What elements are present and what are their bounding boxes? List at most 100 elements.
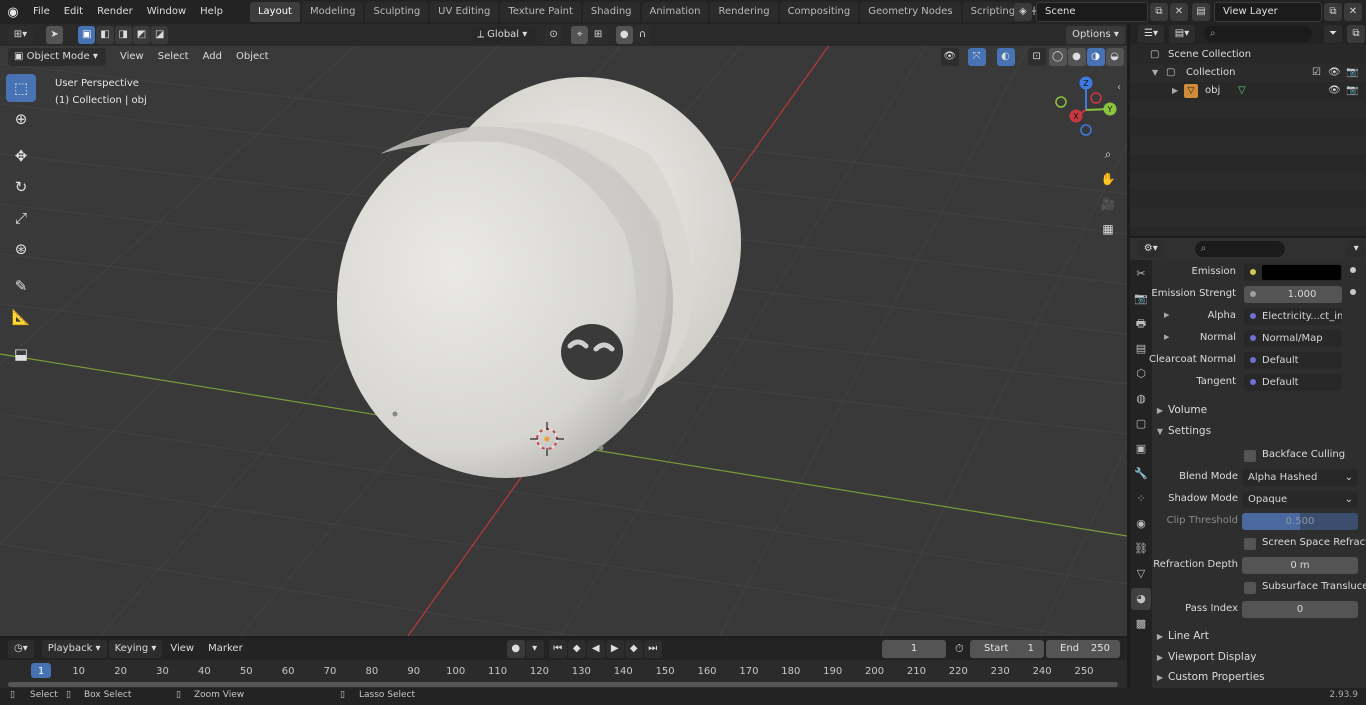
- outliner-search-input[interactable]: ⌕: [1204, 26, 1312, 42]
- world-tab-icon[interactable]: ◍: [1131, 388, 1151, 410]
- backface-culling-row[interactable]: Backface Culling: [1152, 446, 1366, 466]
- new-view-layer-icon[interactable]: ⧉: [1324, 3, 1342, 21]
- solid-shading-icon[interactable]: ●: [1067, 48, 1086, 66]
- blend-mode-dropdown[interactable]: Alpha Hashed ⌄: [1242, 469, 1358, 486]
- viewport-menu-select[interactable]: Select: [152, 48, 195, 66]
- keying-menu[interactable]: Keying ▾: [108, 640, 163, 658]
- object-expand-icon[interactable]: ▶: [1172, 82, 1178, 100]
- select-box-tool-icon[interactable]: ⬚: [6, 74, 36, 102]
- select-subtract-icon[interactable]: ◨: [114, 26, 132, 44]
- record-button-icon[interactable]: ●: [506, 640, 525, 658]
- material-input-field[interactable]: Default: [1244, 374, 1342, 391]
- tab-sculpting[interactable]: Sculpting: [365, 2, 429, 22]
- editor-type-icon[interactable]: ⊞▾: [8, 26, 33, 44]
- outliner-scene-collection[interactable]: ▢ Scene Collection: [1130, 46, 1366, 64]
- tab-texture-paint[interactable]: Texture Paint: [500, 2, 581, 22]
- material-input-field[interactable]: Default: [1244, 352, 1342, 369]
- outliner-collection[interactable]: ▼ ▢ Collection ☑ 👁 📷: [1130, 64, 1366, 82]
- material-input-field[interactable]: 1.000: [1244, 286, 1342, 303]
- navigation-gizmo[interactable]: Z Y X: [1050, 74, 1124, 144]
- timeline-marker-menu[interactable]: Marker: [202, 640, 249, 658]
- playback-menu[interactable]: Playback ▾: [41, 640, 107, 658]
- properties-search-input[interactable]: ⌕: [1194, 241, 1286, 257]
- xray-toggle-icon[interactable]: ⊡: [1027, 48, 1046, 66]
- play-icon[interactable]: ▶: [605, 640, 624, 658]
- material-input-field[interactable]: Normal/Map: [1244, 330, 1342, 347]
- falloff-icon[interactable]: ∩: [633, 26, 652, 44]
- custom-properties-panel-header[interactable]: ▶ Custom Properties: [1152, 667, 1366, 687]
- keyframe-dot-icon[interactable]: [1350, 267, 1356, 273]
- current-frame-field[interactable]: 1: [882, 640, 946, 658]
- gizmo-toggle-icon[interactable]: ⤧: [967, 48, 986, 66]
- viewport-menu-object[interactable]: Object: [230, 48, 275, 66]
- shadow-mode-dropdown[interactable]: Opaque ⌄: [1242, 491, 1358, 508]
- select-intersect-icon[interactable]: ◪: [151, 26, 169, 44]
- camera-view-icon[interactable]: 🎥: [1096, 192, 1120, 216]
- emission-color-swatch[interactable]: [1262, 265, 1341, 280]
- scene-name-field[interactable]: Scene: [1036, 2, 1148, 22]
- rotate-tool-icon[interactable]: ↻: [6, 173, 36, 201]
- jump-keyframe-forward-icon[interactable]: ◆: [624, 640, 643, 658]
- auto-keying-dropdown-icon[interactable]: ▾: [525, 640, 544, 658]
- collection-render-icon[interactable]: 📷: [1346, 64, 1358, 82]
- jump-start-icon[interactable]: ⏮: [548, 640, 567, 658]
- menu-help[interactable]: Help: [193, 0, 230, 24]
- properties-options-icon[interactable]: ▾: [1347, 240, 1365, 258]
- collection-expand-icon[interactable]: ▼: [1152, 64, 1158, 82]
- menu-render[interactable]: Render: [90, 0, 140, 24]
- 3d-viewport[interactable]: ⊞▾ ➤ ▣ ◧ ◨ ◩ ◪ ⟂ Global ▾ ⊙ ⌖ ⊞ ● ∩ Opti…: [0, 24, 1127, 636]
- transform-tool-icon[interactable]: ⊛: [6, 235, 36, 263]
- snap-toggle-icon[interactable]: ⌖: [571, 26, 589, 44]
- timeline-scrollbar[interactable]: [8, 682, 1118, 687]
- input-expand-icon[interactable]: ▶: [1164, 333, 1169, 341]
- subsurface-translucency-row[interactable]: Subsurface Translucency: [1152, 578, 1366, 598]
- ortho-grid-icon[interactable]: ▦: [1096, 217, 1120, 241]
- wireframe-shading-icon[interactable]: ◯: [1048, 48, 1067, 66]
- viewport-menu-add[interactable]: Add: [197, 48, 228, 66]
- zoom-icon[interactable]: ⌕: [1096, 142, 1120, 166]
- pivot-point-icon[interactable]: ⊙: [544, 26, 563, 44]
- select-invert-icon[interactable]: ◩: [132, 26, 151, 44]
- scene-tab-icon[interactable]: ⬡: [1131, 363, 1151, 385]
- material-input-field[interactable]: Electricity...ct_inv.png: [1244, 308, 1342, 325]
- options-dropdown[interactable]: Options ▾: [1066, 26, 1125, 44]
- visibility-eye-icon[interactable]: 👁: [940, 48, 959, 66]
- transform-orientation-dropdown[interactable]: ⟂ Global ▾: [471, 26, 537, 44]
- tab-geometry-nodes[interactable]: Geometry Nodes: [860, 2, 961, 22]
- object-tab-icon[interactable]: ▣: [1131, 438, 1151, 460]
- new-collection-icon[interactable]: ⧉: [1347, 25, 1365, 43]
- filter-icon[interactable]: ⏷: [1324, 25, 1342, 43]
- collection-tab-icon[interactable]: ▢: [1131, 413, 1151, 435]
- delete-scene-icon[interactable]: ✕: [1170, 3, 1188, 21]
- end-frame-field[interactable]: End 250: [1046, 640, 1120, 658]
- output-tab-icon[interactable]: 🖶: [1131, 313, 1151, 335]
- tab-shading[interactable]: Shading: [582, 2, 640, 22]
- settings-panel-header[interactable]: ▼ Settings: [1152, 421, 1366, 441]
- collection-exclude-checkbox-icon[interactable]: ☑: [1312, 64, 1321, 82]
- measure-tool-icon[interactable]: 📐: [6, 303, 36, 331]
- menu-file[interactable]: File: [26, 0, 57, 24]
- object-visibility-icon[interactable]: 👁: [1328, 82, 1341, 100]
- overlay-toggle-icon[interactable]: ◐: [996, 48, 1015, 66]
- rendered-shading-icon[interactable]: ◒: [1105, 48, 1124, 66]
- add-cube-tool-icon[interactable]: ⬓: [6, 340, 36, 368]
- scale-tool-icon[interactable]: ⤢: [6, 204, 36, 232]
- pan-hand-icon[interactable]: ✋: [1096, 167, 1120, 191]
- physics-tab-icon[interactable]: ◉: [1131, 513, 1151, 535]
- start-frame-field[interactable]: Start 1: [970, 640, 1044, 658]
- view-layer-icon[interactable]: ▤: [1192, 3, 1210, 21]
- tool-tab-icon[interactable]: ✂: [1131, 263, 1151, 285]
- viewport-display-panel-header[interactable]: ▶ Viewport Display: [1152, 647, 1366, 667]
- input-expand-icon[interactable]: ▶: [1164, 311, 1169, 319]
- proportional-edit-icon[interactable]: ●: [615, 26, 633, 44]
- tab-compositing[interactable]: Compositing: [779, 2, 859, 22]
- select-extend-icon[interactable]: ◧: [96, 26, 114, 44]
- properties-editor-type-icon[interactable]: ⚙▾: [1138, 240, 1164, 258]
- viewport-menu-view[interactable]: View: [114, 48, 150, 66]
- scene-selector-icon[interactable]: ◈: [1014, 3, 1032, 21]
- annotate-tool-icon[interactable]: ✎: [6, 272, 36, 300]
- particles-tab-icon[interactable]: ⁘: [1131, 488, 1151, 510]
- refraction-depth-field[interactable]: 0 m: [1242, 557, 1358, 574]
- volume-panel-header[interactable]: ▶ Volume: [1152, 400, 1366, 420]
- menu-edit[interactable]: Edit: [57, 0, 90, 24]
